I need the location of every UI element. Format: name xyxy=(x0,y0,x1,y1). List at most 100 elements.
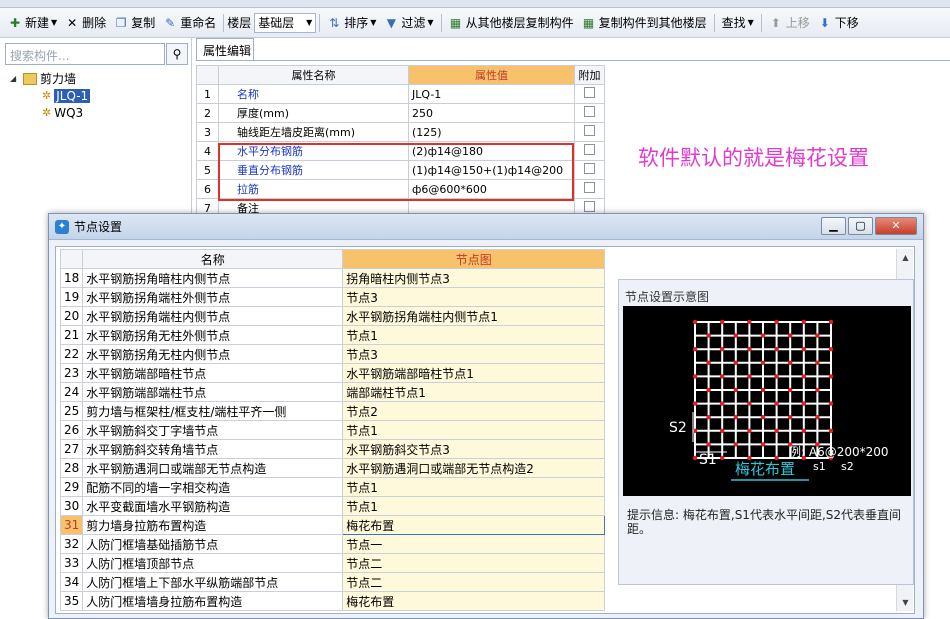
tie-bar-dot xyxy=(720,401,725,406)
dialog-title-bar[interactable]: ✦ 节点设置 ▁ ▢ ✕ xyxy=(49,214,923,240)
node-rows: 18 水平钢筋拐角暗柱内侧节点 拐角暗柱内侧节点3 19 水平钢筋拐角端柱外侧节点 节点3… xyxy=(59,268,606,611)
extra-checkbox[interactable] xyxy=(584,201,595,212)
collapse-icon[interactable]: ◢ xyxy=(10,74,20,83)
table-row[interactable]: 26 水平钢筋斜交丁字墙节点 节点1 xyxy=(59,420,606,440)
extra-checkbox[interactable] xyxy=(584,106,595,117)
node-value[interactable]: 梅花布置 xyxy=(342,591,606,611)
sort-button[interactable]: ⇅ 排序 ▼ xyxy=(323,12,380,34)
node-value[interactable]: 节点2 xyxy=(342,401,606,421)
search-button[interactable]: ⚲ xyxy=(166,43,188,65)
table-row[interactable]: 21 水平钢筋拐角无柱外侧节点 节点1 xyxy=(59,325,606,345)
tie-bar-dot xyxy=(815,360,820,365)
property-value[interactable]: 250 xyxy=(408,103,575,123)
tree-node-label: WQ3 xyxy=(54,105,84,120)
table-row[interactable]: 1 名称 JLQ-1 xyxy=(196,84,605,104)
move-down-button[interactable]: ⬇ 下移 xyxy=(814,12,863,34)
extra-checkbox[interactable] xyxy=(584,163,595,174)
node-value[interactable]: 节点1 xyxy=(342,325,606,345)
table-row[interactable]: 23 水平钢筋端部暗柱节点 水平钢筋端部暗柱节点1 xyxy=(59,363,606,383)
move-up-button[interactable]: ⬆ 上移 xyxy=(765,12,814,34)
find-button[interactable]: 查找 ▼ xyxy=(718,12,758,34)
node-value[interactable]: 水平钢筋遇洞口或端部无节点构造2 xyxy=(342,458,606,478)
copy-to-floor-button[interactable]: ▦ 复制构件到其他楼层 xyxy=(578,12,711,34)
extra-checkbox[interactable] xyxy=(584,144,595,155)
close-button[interactable]: ✕ xyxy=(875,217,917,235)
column-header-extra: 附加 xyxy=(574,65,605,85)
node-value[interactable]: 节点1 xyxy=(342,477,606,497)
delete-button[interactable]: ✕ 删除 xyxy=(61,12,110,34)
tree-node-jlq-1[interactable]: ✲ JLQ-1 xyxy=(10,87,91,104)
tree-node-shear-wall[interactable]: ◢ 剪力墙 xyxy=(10,70,90,87)
table-row[interactable]: 18 水平钢筋拐角暗柱内侧节点 拐角暗柱内侧节点3 xyxy=(59,268,606,288)
copy-button[interactable]: ❐ 复制 xyxy=(110,12,159,34)
copy-from-floor-button[interactable]: ▦ 从其他楼层复制构件 xyxy=(445,12,578,34)
row-number: 33 xyxy=(59,553,84,573)
property-value[interactable]: (125) xyxy=(408,122,575,142)
node-value[interactable]: 节点二 xyxy=(342,553,606,573)
tie-bar-dot xyxy=(760,415,766,420)
rename-button[interactable]: ✎ 重命名 xyxy=(159,12,220,34)
node-value[interactable]: 节点1 xyxy=(342,496,606,516)
node-name: 水平钢筋拐角无柱外侧节点 xyxy=(82,325,344,345)
table-row[interactable]: 2 厚度(mm) 250 xyxy=(196,103,605,123)
table-row[interactable]: 3 轴线距左墙皮距离(mm) (125) xyxy=(196,122,605,142)
filter-icon: ▼ xyxy=(386,15,397,30)
table-row[interactable]: 31 剪力墙身拉筋布置构造 梅花布置 xyxy=(59,515,606,535)
node-value[interactable]: 节点一 xyxy=(342,534,606,554)
node-value[interactable]: 节点二 xyxy=(342,572,606,592)
table-row[interactable]: 22 水平钢筋拐角无柱内侧节点 节点3 xyxy=(59,344,606,364)
tie-bar-dot xyxy=(706,360,711,365)
extra-cell xyxy=(574,179,605,199)
extra-checkbox[interactable] xyxy=(584,125,595,136)
row-number: 21 xyxy=(59,325,84,345)
tie-bar-dot xyxy=(733,415,738,420)
table-row[interactable]: 33 人防门框墙顶部节点 节点二 xyxy=(59,553,606,573)
table-row[interactable]: 27 水平钢筋斜交转角墙节点 水平钢筋斜交节点3 xyxy=(59,439,606,459)
node-value[interactable]: 梅花布置 xyxy=(342,515,606,535)
floor-select[interactable]: 基础层 ▼ xyxy=(254,12,317,33)
table-row[interactable]: 30 水平变截面墙水平钢筋构造 节点1 xyxy=(59,496,606,516)
tree-node-wq3[interactable]: ✲ WQ3 xyxy=(10,104,90,121)
table-row[interactable]: 32 人防门框墙基础插筋节点 节点一 xyxy=(59,534,606,554)
new-button[interactable]: ✚ 新建 ▼ xyxy=(4,12,61,34)
node-value[interactable]: 水平钢筋端部暗柱节点1 xyxy=(342,363,606,383)
row-number: 5 xyxy=(196,160,219,180)
node-value[interactable]: 节点3 xyxy=(342,344,606,364)
tie-bar-dot xyxy=(692,455,698,461)
extra-cell xyxy=(574,141,605,161)
tie-bar-dot xyxy=(760,442,766,447)
minimize-button[interactable]: ▁ xyxy=(821,217,846,235)
table-row[interactable]: 24 水平钢筋端部端柱节点 端部端柱节点1 xyxy=(59,382,606,402)
node-value[interactable]: 节点3 xyxy=(342,287,606,307)
scroll-up-icon[interactable]: ▲ xyxy=(897,249,914,266)
filter-button[interactable]: ▼ 过滤 ▼ xyxy=(380,12,437,34)
node-value[interactable]: 端部端柱节点1 xyxy=(342,382,606,402)
node-name: 人防门框墙顶部节点 xyxy=(82,553,344,573)
node-name: 剪力墙与框架柱/框支柱/端柱平齐一侧 xyxy=(82,401,344,421)
node-value[interactable]: 节点1 xyxy=(342,420,606,440)
search-input[interactable]: 搜索构件... xyxy=(5,43,165,65)
tie-bar-dot xyxy=(828,428,834,433)
table-row[interactable]: 29 配筋不同的墙一字相交构造 节点1 xyxy=(59,477,606,497)
table-row[interactable]: 35 人防门框墙墙身拉筋布置构造 梅花布置 xyxy=(59,591,606,611)
table-row[interactable]: 25 剪力墙与框架柱/框支柱/端柱平齐一侧 节点2 xyxy=(59,401,606,421)
extra-checkbox[interactable] xyxy=(584,87,595,98)
node-value[interactable]: 水平钢筋拐角端柱内侧节点1 xyxy=(342,306,606,326)
scroll-down-icon[interactable]: ▼ xyxy=(897,594,914,611)
row-number: 28 xyxy=(59,458,84,478)
toolbar-separator xyxy=(713,13,715,32)
table-row[interactable]: 19 水平钢筋拐角端柱外侧节点 节点3 xyxy=(59,287,606,307)
tie-bar-dot xyxy=(733,387,738,393)
table-row[interactable]: 28 水平钢筋遇洞口或端部无节点构造 水平钢筋遇洞口或端部无节点构造2 xyxy=(59,458,606,478)
property-value[interactable]: JLQ-1 xyxy=(408,84,575,104)
table-row[interactable]: 34 人防门框墙上下部水平纵筋端部节点 节点二 xyxy=(59,572,606,592)
node-value[interactable]: 水平钢筋斜交节点3 xyxy=(342,439,606,459)
node-value[interactable]: 拐角暗柱内侧节点3 xyxy=(342,268,606,288)
node-preview-panel: 节点设置示意图 S2 S1 例: A6@200*200 梅花布置 s1 s2 提… xyxy=(618,279,914,585)
row-number: 23 xyxy=(59,363,84,383)
tab-property-editor[interactable]: 属性编辑 xyxy=(196,38,254,60)
row-number: 2 xyxy=(196,103,219,123)
table-row[interactable]: 20 水平钢筋拐角端柱内侧节点 水平钢筋拐角端柱内侧节点1 xyxy=(59,306,606,326)
extra-checkbox[interactable] xyxy=(584,182,595,193)
maximize-button[interactable]: ▢ xyxy=(848,217,873,235)
